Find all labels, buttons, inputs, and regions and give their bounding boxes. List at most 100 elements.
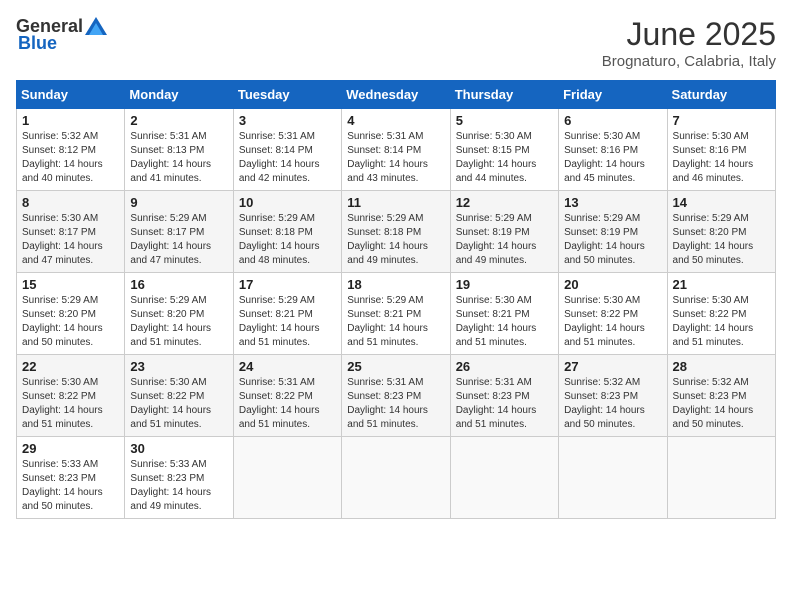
day-cell-18: 18 Sunrise: 5:29 AMSunset: 8:21 PMDaylig… — [342, 273, 450, 355]
day-info: Sunrise: 5:31 AMSunset: 8:23 PMDaylight:… — [347, 376, 444, 432]
day-info: Sunrise: 5:30 AMSunset: 8:22 PMDaylight:… — [564, 294, 661, 350]
title-area: June 2025 Brognaturo, Calabria, Italy — [602, 16, 776, 70]
day-cell-13: 13 Sunrise: 5:29 AMSunset: 8:19 PMDaylig… — [559, 191, 667, 273]
day-number: 27 — [564, 359, 661, 374]
header-tuesday: Tuesday — [233, 81, 341, 109]
day-info: Sunrise: 5:33 AMSunset: 8:23 PMDaylight:… — [130, 458, 227, 514]
calendar-table: Sunday Monday Tuesday Wednesday Thursday… — [16, 80, 776, 519]
day-number: 19 — [456, 277, 553, 292]
day-number: 5 — [456, 113, 553, 128]
day-cell-6: 6 Sunrise: 5:30 AMSunset: 8:16 PMDayligh… — [559, 109, 667, 191]
day-number: 2 — [130, 113, 227, 128]
calendar-subtitle: Brognaturo, Calabria, Italy — [602, 53, 776, 70]
day-number: 17 — [239, 277, 336, 292]
day-info: Sunrise: 5:30 AMSunset: 8:22 PMDaylight:… — [673, 294, 770, 350]
day-info: Sunrise: 5:29 AMSunset: 8:17 PMDaylight:… — [130, 212, 227, 268]
day-cell-15: 15 Sunrise: 5:29 AMSunset: 8:20 PMDaylig… — [17, 273, 125, 355]
day-info: Sunrise: 5:30 AMSunset: 8:22 PMDaylight:… — [22, 376, 119, 432]
day-number: 29 — [22, 441, 119, 456]
day-info: Sunrise: 5:32 AMSunset: 8:23 PMDaylight:… — [673, 376, 770, 432]
day-number: 25 — [347, 359, 444, 374]
day-number: 18 — [347, 277, 444, 292]
day-cell-12: 12 Sunrise: 5:29 AMSunset: 8:19 PMDaylig… — [450, 191, 558, 273]
week-row-5: 29 Sunrise: 5:33 AMSunset: 8:23 PMDaylig… — [17, 437, 776, 519]
day-cell-20: 20 Sunrise: 5:30 AMSunset: 8:22 PMDaylig… — [559, 273, 667, 355]
day-cell-27: 27 Sunrise: 5:32 AMSunset: 8:23 PMDaylig… — [559, 355, 667, 437]
day-number: 13 — [564, 195, 661, 210]
week-row-4: 22 Sunrise: 5:30 AMSunset: 8:22 PMDaylig… — [17, 355, 776, 437]
day-info: Sunrise: 5:29 AMSunset: 8:20 PMDaylight:… — [673, 212, 770, 268]
day-number: 4 — [347, 113, 444, 128]
day-info: Sunrise: 5:31 AMSunset: 8:22 PMDaylight:… — [239, 376, 336, 432]
day-info: Sunrise: 5:29 AMSunset: 8:19 PMDaylight:… — [564, 212, 661, 268]
day-number: 21 — [673, 277, 770, 292]
header-saturday: Saturday — [667, 81, 775, 109]
day-info: Sunrise: 5:29 AMSunset: 8:18 PMDaylight:… — [239, 212, 336, 268]
calendar-title: June 2025 — [602, 16, 776, 53]
day-info: Sunrise: 5:31 AMSunset: 8:23 PMDaylight:… — [456, 376, 553, 432]
day-info: Sunrise: 5:31 AMSunset: 8:13 PMDaylight:… — [130, 130, 227, 186]
day-cell-9: 9 Sunrise: 5:29 AMSunset: 8:17 PMDayligh… — [125, 191, 233, 273]
day-number: 28 — [673, 359, 770, 374]
empty-cell — [342, 437, 450, 519]
empty-cell — [559, 437, 667, 519]
day-number: 20 — [564, 277, 661, 292]
header-wednesday: Wednesday — [342, 81, 450, 109]
day-info: Sunrise: 5:32 AMSunset: 8:23 PMDaylight:… — [564, 376, 661, 432]
day-cell-10: 10 Sunrise: 5:29 AMSunset: 8:18 PMDaylig… — [233, 191, 341, 273]
day-number: 15 — [22, 277, 119, 292]
day-cell-2: 2 Sunrise: 5:31 AMSunset: 8:13 PMDayligh… — [125, 109, 233, 191]
day-cell-23: 23 Sunrise: 5:30 AMSunset: 8:22 PMDaylig… — [125, 355, 233, 437]
header-friday: Friday — [559, 81, 667, 109]
day-cell-21: 21 Sunrise: 5:30 AMSunset: 8:22 PMDaylig… — [667, 273, 775, 355]
day-number: 7 — [673, 113, 770, 128]
day-number: 24 — [239, 359, 336, 374]
day-cell-25: 25 Sunrise: 5:31 AMSunset: 8:23 PMDaylig… — [342, 355, 450, 437]
day-number: 8 — [22, 195, 119, 210]
day-cell-14: 14 Sunrise: 5:29 AMSunset: 8:20 PMDaylig… — [667, 191, 775, 273]
day-number: 26 — [456, 359, 553, 374]
day-info: Sunrise: 5:30 AMSunset: 8:17 PMDaylight:… — [22, 212, 119, 268]
day-number: 11 — [347, 195, 444, 210]
day-info: Sunrise: 5:32 AMSunset: 8:12 PMDaylight:… — [22, 130, 119, 186]
header-thursday: Thursday — [450, 81, 558, 109]
day-cell-7: 7 Sunrise: 5:30 AMSunset: 8:16 PMDayligh… — [667, 109, 775, 191]
day-number: 23 — [130, 359, 227, 374]
day-info: Sunrise: 5:30 AMSunset: 8:16 PMDaylight:… — [673, 130, 770, 186]
day-cell-29: 29 Sunrise: 5:33 AMSunset: 8:23 PMDaylig… — [17, 437, 125, 519]
day-number: 14 — [673, 195, 770, 210]
day-cell-19: 19 Sunrise: 5:30 AMSunset: 8:21 PMDaylig… — [450, 273, 558, 355]
day-info: Sunrise: 5:29 AMSunset: 8:20 PMDaylight:… — [130, 294, 227, 350]
week-row-1: 1 Sunrise: 5:32 AMSunset: 8:12 PMDayligh… — [17, 109, 776, 191]
day-cell-11: 11 Sunrise: 5:29 AMSunset: 8:18 PMDaylig… — [342, 191, 450, 273]
day-cell-1: 1 Sunrise: 5:32 AMSunset: 8:12 PMDayligh… — [17, 109, 125, 191]
day-number: 22 — [22, 359, 119, 374]
day-number: 3 — [239, 113, 336, 128]
day-info: Sunrise: 5:29 AMSunset: 8:20 PMDaylight:… — [22, 294, 119, 350]
day-number: 1 — [22, 113, 119, 128]
header-monday: Monday — [125, 81, 233, 109]
day-info: Sunrise: 5:31 AMSunset: 8:14 PMDaylight:… — [239, 130, 336, 186]
empty-cell — [233, 437, 341, 519]
day-number: 30 — [130, 441, 227, 456]
day-info: Sunrise: 5:30 AMSunset: 8:21 PMDaylight:… — [456, 294, 553, 350]
day-cell-30: 30 Sunrise: 5:33 AMSunset: 8:23 PMDaylig… — [125, 437, 233, 519]
day-info: Sunrise: 5:30 AMSunset: 8:16 PMDaylight:… — [564, 130, 661, 186]
day-cell-28: 28 Sunrise: 5:32 AMSunset: 8:23 PMDaylig… — [667, 355, 775, 437]
empty-cell — [450, 437, 558, 519]
empty-cell — [667, 437, 775, 519]
logo-icon — [85, 17, 107, 35]
day-number: 6 — [564, 113, 661, 128]
header-sunday: Sunday — [17, 81, 125, 109]
day-info: Sunrise: 5:29 AMSunset: 8:21 PMDaylight:… — [347, 294, 444, 350]
day-cell-8: 8 Sunrise: 5:30 AMSunset: 8:17 PMDayligh… — [17, 191, 125, 273]
logo-blue: Blue — [18, 33, 57, 54]
day-info: Sunrise: 5:29 AMSunset: 8:18 PMDaylight:… — [347, 212, 444, 268]
day-info: Sunrise: 5:33 AMSunset: 8:23 PMDaylight:… — [22, 458, 119, 514]
day-info: Sunrise: 5:29 AMSunset: 8:21 PMDaylight:… — [239, 294, 336, 350]
day-info: Sunrise: 5:29 AMSunset: 8:19 PMDaylight:… — [456, 212, 553, 268]
day-info: Sunrise: 5:30 AMSunset: 8:22 PMDaylight:… — [130, 376, 227, 432]
day-cell-17: 17 Sunrise: 5:29 AMSunset: 8:21 PMDaylig… — [233, 273, 341, 355]
day-cell-5: 5 Sunrise: 5:30 AMSunset: 8:15 PMDayligh… — [450, 109, 558, 191]
logo: General Blue — [16, 16, 107, 54]
